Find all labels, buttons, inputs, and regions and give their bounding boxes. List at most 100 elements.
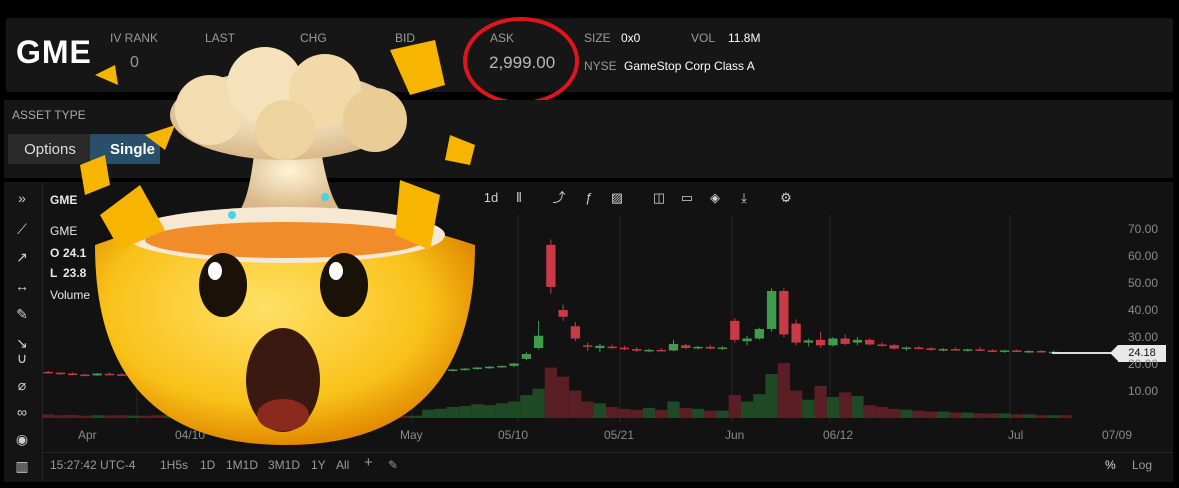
volume-bar: [642, 407, 656, 418]
layers-icon[interactable]: ◈: [704, 187, 726, 209]
candle-body: [644, 349, 654, 352]
volume-bar: [777, 363, 790, 418]
volume-bar: [569, 390, 582, 418]
candle-body: [877, 344, 887, 346]
candle-body: [595, 345, 605, 348]
volume-bar: [655, 409, 668, 418]
eye-icon[interactable]: ◉: [12, 429, 32, 449]
candle-body: [730, 320, 740, 340]
candle-body: [497, 365, 507, 368]
x-axis-label: 07/09: [1102, 428, 1133, 442]
volume-bar: [765, 374, 778, 418]
annotation-icon[interactable]: ✎: [12, 304, 32, 324]
candle-body: [791, 323, 801, 343]
x-axis-label: 06/12: [823, 428, 854, 442]
candle-type-icon[interactable]: ⫴: [508, 187, 530, 209]
range-button[interactable]: 1Y: [311, 458, 326, 472]
candle-body: [1024, 350, 1034, 353]
volume-bar: [42, 414, 55, 418]
candle-body: [975, 349, 985, 351]
mind-blown-emoji: [80, 40, 475, 445]
volume-bar: [998, 413, 1011, 418]
candle-body: [55, 372, 66, 375]
brush-icon[interactable]: ⌀: [12, 375, 32, 395]
range-button[interactable]: 1M1D: [226, 458, 258, 472]
candle-body: [570, 326, 581, 339]
candle-body: [950, 349, 961, 351]
volume-bar: [1059, 415, 1072, 418]
exchange-label: NYSE: [584, 59, 617, 73]
candle-body: [558, 310, 568, 317]
y-axis-label: 10.00: [1128, 384, 1159, 399]
clock: 15:27:42 UTC-4: [50, 458, 136, 472]
candle-body: [607, 346, 617, 349]
volume-bar: [593, 403, 607, 418]
x-axis-label: Jun: [725, 428, 745, 442]
volume-bar: [54, 415, 67, 418]
volume-bar: [581, 401, 594, 418]
candle-body: [852, 339, 863, 343]
volume-bar: [618, 408, 631, 418]
volume-bar: [949, 412, 962, 418]
link-icon[interactable]: ∞: [12, 402, 32, 422]
volume-bar: [544, 367, 557, 418]
range-button[interactable]: All: [336, 458, 349, 472]
volume-bar: [826, 396, 840, 418]
trash-icon[interactable]: ▥: [12, 456, 32, 476]
candle-body: [705, 346, 715, 349]
candle-body: [533, 335, 544, 348]
volume-bar: [973, 413, 987, 418]
candle-body: [1036, 350, 1047, 353]
candle-body: [1012, 350, 1022, 352]
size-value: 0x0: [621, 31, 641, 45]
download-icon[interactable]: ⤓: [733, 187, 755, 209]
ray-icon[interactable]: ↗: [12, 247, 32, 267]
candle-body: [509, 363, 519, 366]
folder-icon[interactable]: ▭: [676, 187, 698, 209]
volume-bar: [1035, 415, 1048, 418]
volume-bar: [814, 385, 827, 418]
range-button[interactable]: 1D: [200, 458, 215, 472]
edit-range-icon[interactable]: ✎: [388, 458, 398, 472]
volume-bar: [986, 413, 999, 418]
candle-body: [693, 346, 703, 349]
trend-line-icon[interactable]: ⟋: [12, 219, 32, 239]
candle-body: [889, 345, 899, 349]
add-range-icon[interactable]: +: [364, 454, 373, 471]
volume-bar: [716, 410, 729, 418]
x-axis-label: Jul: [1008, 428, 1024, 442]
volume-bar: [679, 407, 692, 418]
image-icon[interactable]: ▨: [606, 187, 628, 209]
volume-bar: [1010, 414, 1023, 418]
magnet-icon[interactable]: ∪: [12, 348, 32, 368]
layout-icon[interactable]: ◫: [648, 187, 670, 209]
range-button[interactable]: 3M1D: [268, 458, 300, 472]
function-icon[interactable]: ƒ: [578, 187, 600, 209]
y-axis-label: 40.00: [1128, 303, 1159, 317]
horizontal-line-icon[interactable]: ↔: [12, 276, 32, 296]
volume-bar: [875, 407, 889, 418]
volume-bar: [557, 376, 570, 418]
range-button[interactable]: 1H5s: [160, 458, 188, 472]
indicators-icon[interactable]: ⤴: [548, 187, 570, 209]
candle-body: [681, 345, 691, 348]
expand-icon[interactable]: »: [12, 188, 32, 208]
company-name: GameStop Corp Class A: [624, 59, 755, 73]
volume-bar: [1022, 414, 1036, 418]
candle-body: [632, 349, 642, 351]
candle-body: [938, 349, 948, 351]
volume-bar: [789, 390, 803, 418]
volume-bar: [740, 401, 754, 418]
candle-body: [43, 371, 53, 374]
percent-toggle[interactable]: %: [1105, 458, 1116, 472]
candle-body: [926, 348, 936, 350]
volume-bar: [495, 403, 508, 418]
candle-body: [754, 329, 764, 339]
y-axis-label: 70.00: [1128, 221, 1159, 236]
volume-bar: [630, 409, 643, 418]
log-toggle[interactable]: Log: [1132, 458, 1152, 472]
settings-icon[interactable]: ⚙: [775, 187, 797, 209]
y-axis-label: 20.00: [1128, 357, 1159, 372]
volume-bar: [532, 388, 545, 418]
volume-bar: [924, 411, 938, 418]
